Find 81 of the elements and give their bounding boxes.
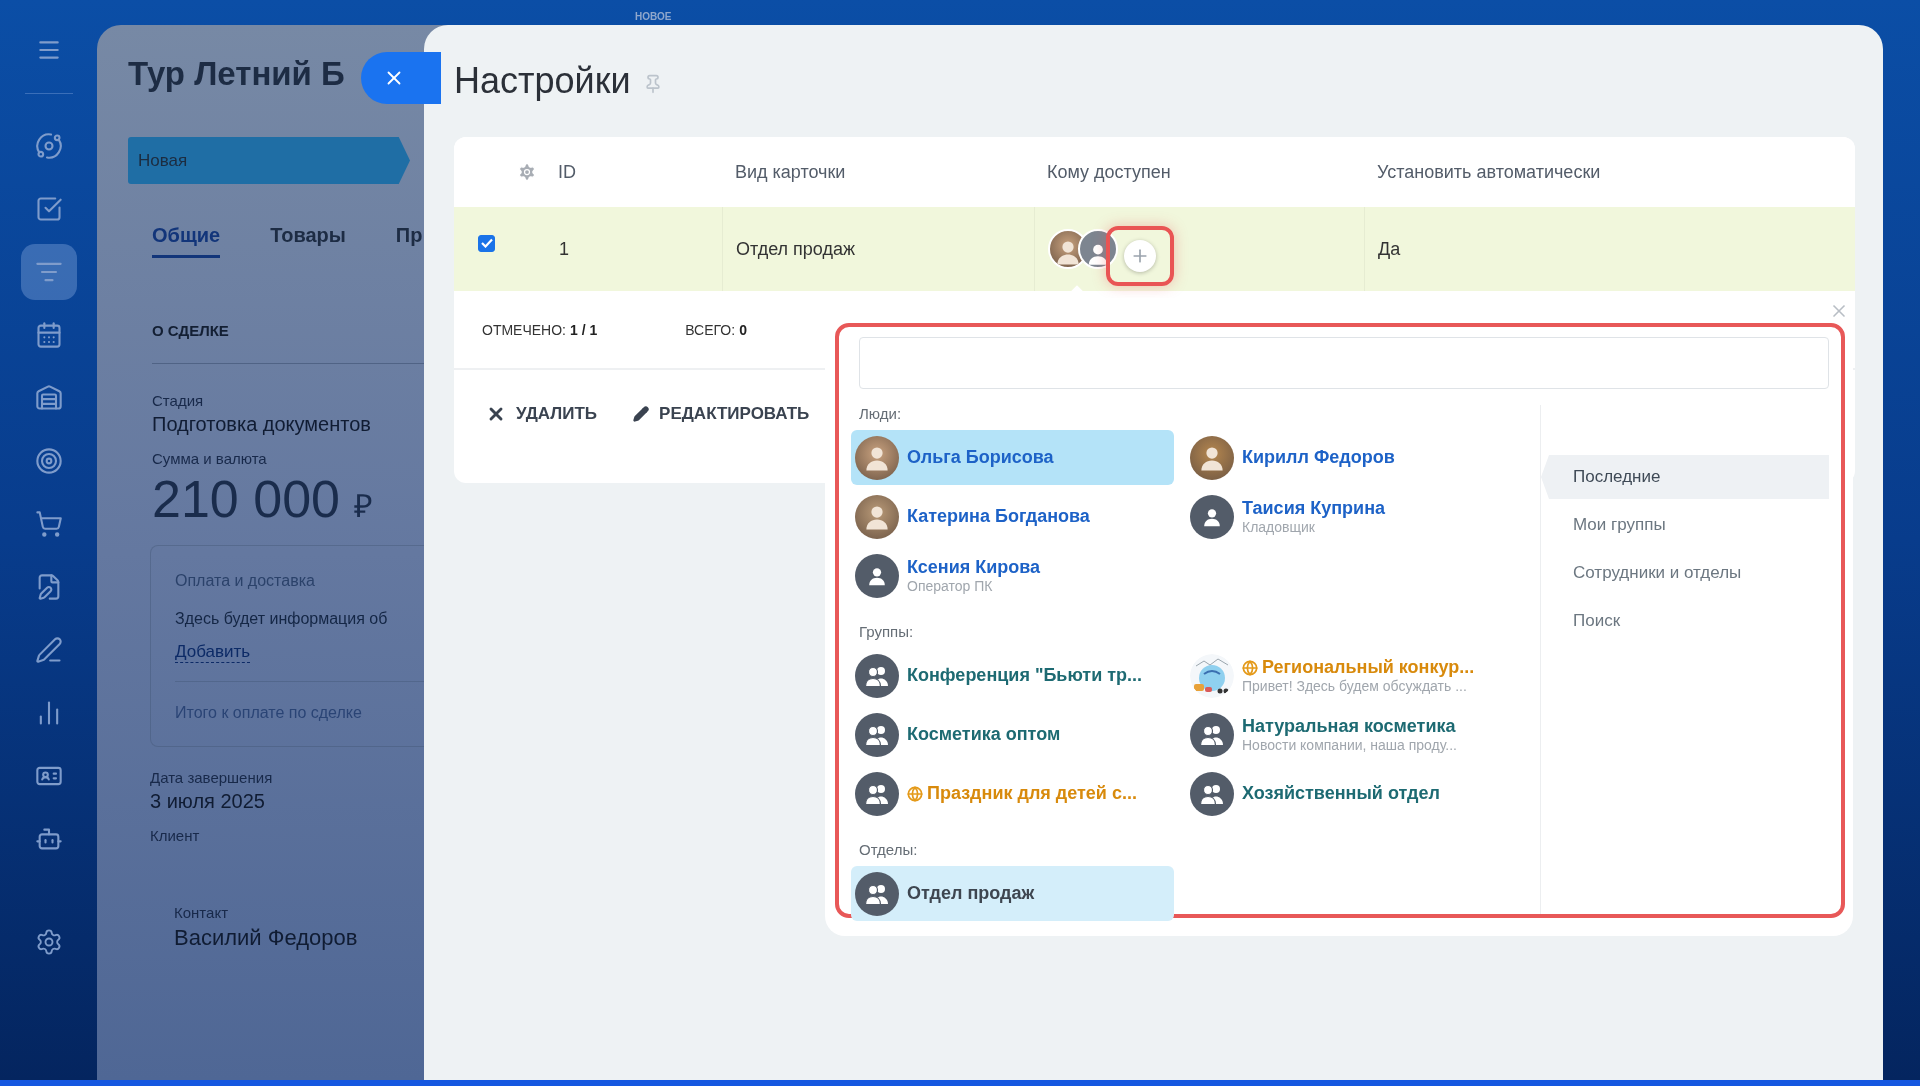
item-name: Ксения Кирова — [907, 557, 1041, 578]
deal-title: Тур Летний Б — [128, 55, 345, 94]
table-cell: Отдел продаж — [722, 207, 1034, 291]
picker-item[interactable]: Отдел продаж — [851, 866, 1174, 921]
column-header: Установить автоматически — [1376, 161, 1602, 183]
avatar-icon — [1190, 494, 1234, 539]
column-header: Вид карточки — [734, 161, 847, 183]
column-header: Кому доступен — [1046, 161, 1172, 183]
group-icon — [855, 771, 899, 816]
deal-tab[interactable]: Общие — [152, 224, 221, 258]
section-label: Отделы: — [859, 841, 919, 858]
field-label: Клиент — [150, 827, 201, 844]
item-subtitle: Привет! Здесь будем обсуждать ... — [1242, 678, 1468, 694]
row-checkbox[interactable] — [478, 234, 495, 252]
item-subtitle: Новости компании, наша проду... — [1242, 737, 1457, 753]
item-name: Праздник для детей с... — [927, 783, 1137, 804]
item-name: Катерина Богданова — [907, 506, 1090, 527]
search-field[interactable] — [859, 337, 1829, 389]
table-cell-text: 1 — [558, 237, 570, 261]
avatar-icon — [1190, 435, 1234, 480]
top-tab[interactable]: НОВОЕ — [635, 0, 672, 22]
field-label: Стадия — [152, 392, 205, 409]
edit-button[interactable]: РЕДАКТИРОВАТЬ — [633, 403, 810, 424]
item-subtitle: Оператор ПК — [907, 578, 994, 594]
item-name: Косметика оптом — [907, 724, 1061, 745]
item-name: Хозяйственный отдел — [1242, 783, 1440, 804]
group-icon — [855, 712, 899, 757]
page-title: Настройки — [454, 60, 631, 102]
contact-name: Василий Федоров — [174, 925, 359, 951]
column-header: ID — [557, 161, 577, 183]
group-icon — [1190, 712, 1234, 757]
group-icon — [855, 871, 899, 916]
pencil-icon — [633, 405, 650, 422]
picker-item[interactable]: Хозяйственный отдел — [1186, 766, 1531, 821]
item-name: Кирилл Федоров — [1242, 447, 1395, 468]
checked-count: 1 / 1 — [570, 322, 598, 338]
table-cell: Да — [1364, 207, 1855, 291]
item-name: Отдел продаж — [907, 883, 1035, 904]
picker-item[interactable]: Натуральная косметика Новости компании, наша проду... — [1186, 707, 1531, 762]
group-icon — [1190, 771, 1234, 816]
amount-value: 210 000 — [152, 469, 340, 529]
total-label: ВСЕГО: — [685, 322, 736, 338]
add-button[interactable] — [1124, 240, 1156, 272]
field-label: Сумма и валюта — [152, 450, 268, 467]
deal-tab[interactable]: Товары — [270, 224, 346, 258]
field-value: Подготовка документов — [152, 413, 372, 436]
picker-item[interactable]: Таисия Куприна Кладовщик — [1186, 489, 1531, 544]
picker-item[interactable]: Косметика оптом — [851, 707, 1174, 762]
field-label: Дата завершения — [150, 769, 274, 786]
item-name: Региональный конкур... — [1262, 657, 1475, 678]
item-name: Таисия Куприна — [1242, 498, 1385, 519]
checked-label: ОТМЕЧЕНО: — [482, 322, 566, 338]
avatar-icon — [855, 494, 899, 539]
picker-item[interactable]: Конференция "Бьюти тр... — [851, 648, 1174, 703]
picker-item[interactable]: Ольга Борисова — [851, 430, 1174, 485]
item-name: Ольга Борисова — [907, 447, 1054, 468]
section-label: Люди: — [859, 405, 903, 422]
field-value: 3 июля 2025 — [150, 790, 266, 813]
payment-title: Оплата и доставка — [175, 572, 315, 590]
nav-item[interactable]: Поиск — [1541, 599, 1829, 643]
total-count: 0 — [739, 322, 747, 338]
currency-sign: ₽ — [353, 487, 373, 526]
avatar-icon — [855, 435, 899, 480]
payment-info: Здесь будет информация об — [175, 610, 388, 628]
add-link[interactable]: Добавить — [175, 642, 251, 663]
picker-item[interactable]: Кирилл Федоров — [1186, 430, 1531, 485]
group-icon — [855, 653, 899, 698]
picker-item[interactable]: Катерина Богданова — [851, 489, 1174, 544]
filter-icon[interactable] — [20, 244, 77, 300]
field-label: Контакт — [174, 904, 229, 921]
delete-button[interactable]: УДАЛИТЬ — [486, 403, 598, 424]
deal-tab[interactable]: Пр — [395, 224, 423, 258]
section-label: Группы: — [859, 623, 915, 640]
item-name: Натуральная косметика — [1242, 716, 1456, 737]
nav-item[interactable]: Сотрудники и отделы — [1541, 551, 1829, 595]
picker-item[interactable]: Ксения Кирова Оператор ПК — [851, 548, 1174, 603]
nav-item[interactable]: Мои группы — [1541, 503, 1829, 547]
nav-item[interactable]: Последние — [1541, 455, 1829, 499]
item-subtitle: Кладовщик — [1242, 519, 1316, 535]
avatar-icon — [855, 553, 899, 598]
item-name: Конференция "Бьюти тр... — [907, 665, 1143, 686]
